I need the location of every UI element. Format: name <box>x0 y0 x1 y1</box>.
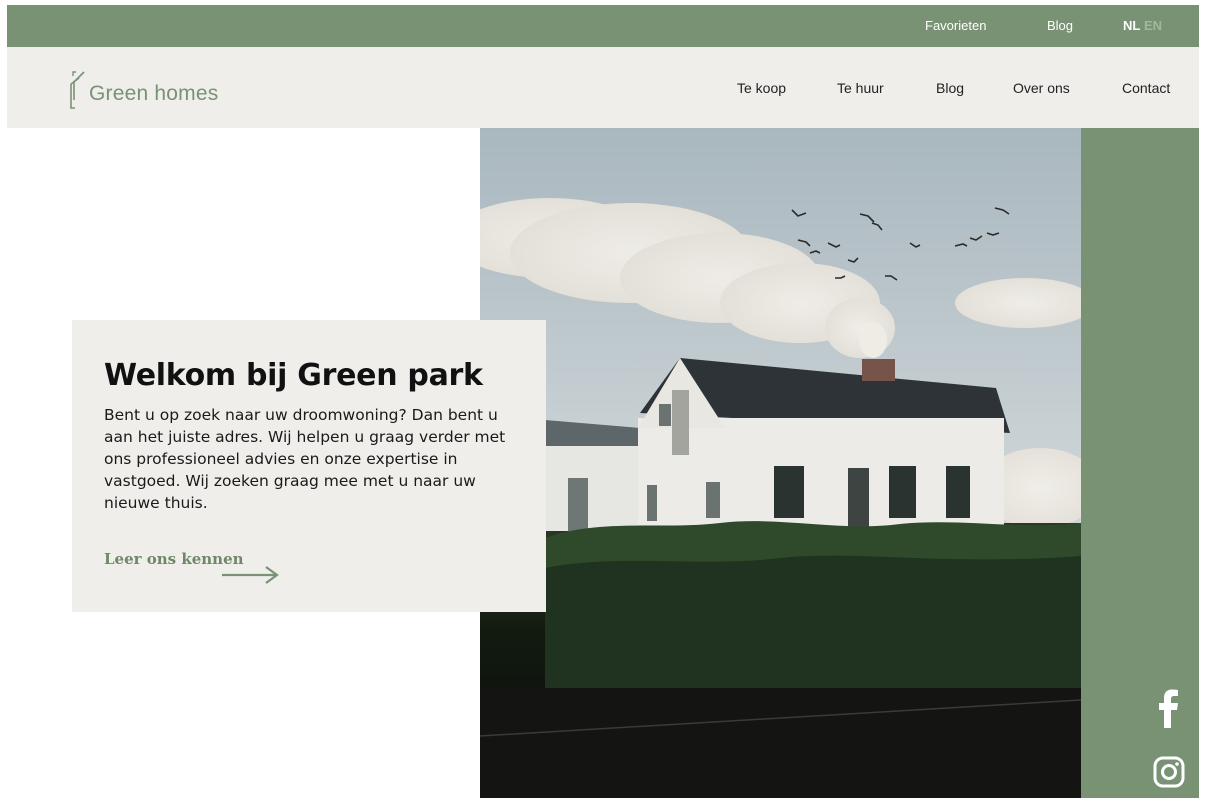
hero-title: Welkom bij Green park <box>104 358 483 393</box>
page: Favorieten Blog NL EN Green homes Te koo… <box>0 0 1206 798</box>
language-en-link[interactable]: EN <box>1144 18 1162 33</box>
logo[interactable]: Green homes <box>57 62 257 112</box>
instagram-icon[interactable] <box>1153 756 1185 788</box>
green-side-panel <box>1081 128 1199 798</box>
arrow-right-icon[interactable] <box>220 563 282 585</box>
nav-te-huur[interactable]: Te huur <box>837 80 884 96</box>
welcome-card: Welkom bij Green park Bent u op zoek naa… <box>72 320 546 612</box>
logo-text: Green homes <box>89 82 219 105</box>
nav-contact[interactable]: Contact <box>1122 80 1170 96</box>
favorites-link[interactable]: Favorieten <box>925 18 986 33</box>
hero-house-photo <box>480 128 1081 798</box>
nav-blog[interactable]: Blog <box>936 80 964 96</box>
nav-over-ons[interactable]: Over ons <box>1013 80 1070 96</box>
top-utility-bar: Favorieten Blog NL EN <box>7 5 1199 47</box>
house-logo-icon <box>70 71 85 109</box>
facebook-icon[interactable] <box>1153 688 1183 728</box>
hero-description: Bent u op zoek naar uw droomwoning? Dan … <box>104 406 506 512</box>
main-navigation: Green homes Te koop Te huur Blog Over on… <box>7 47 1199 128</box>
nav-te-koop[interactable]: Te koop <box>737 80 786 96</box>
language-nl-link[interactable]: NL <box>1123 18 1140 33</box>
top-blog-link[interactable]: Blog <box>1047 18 1073 33</box>
